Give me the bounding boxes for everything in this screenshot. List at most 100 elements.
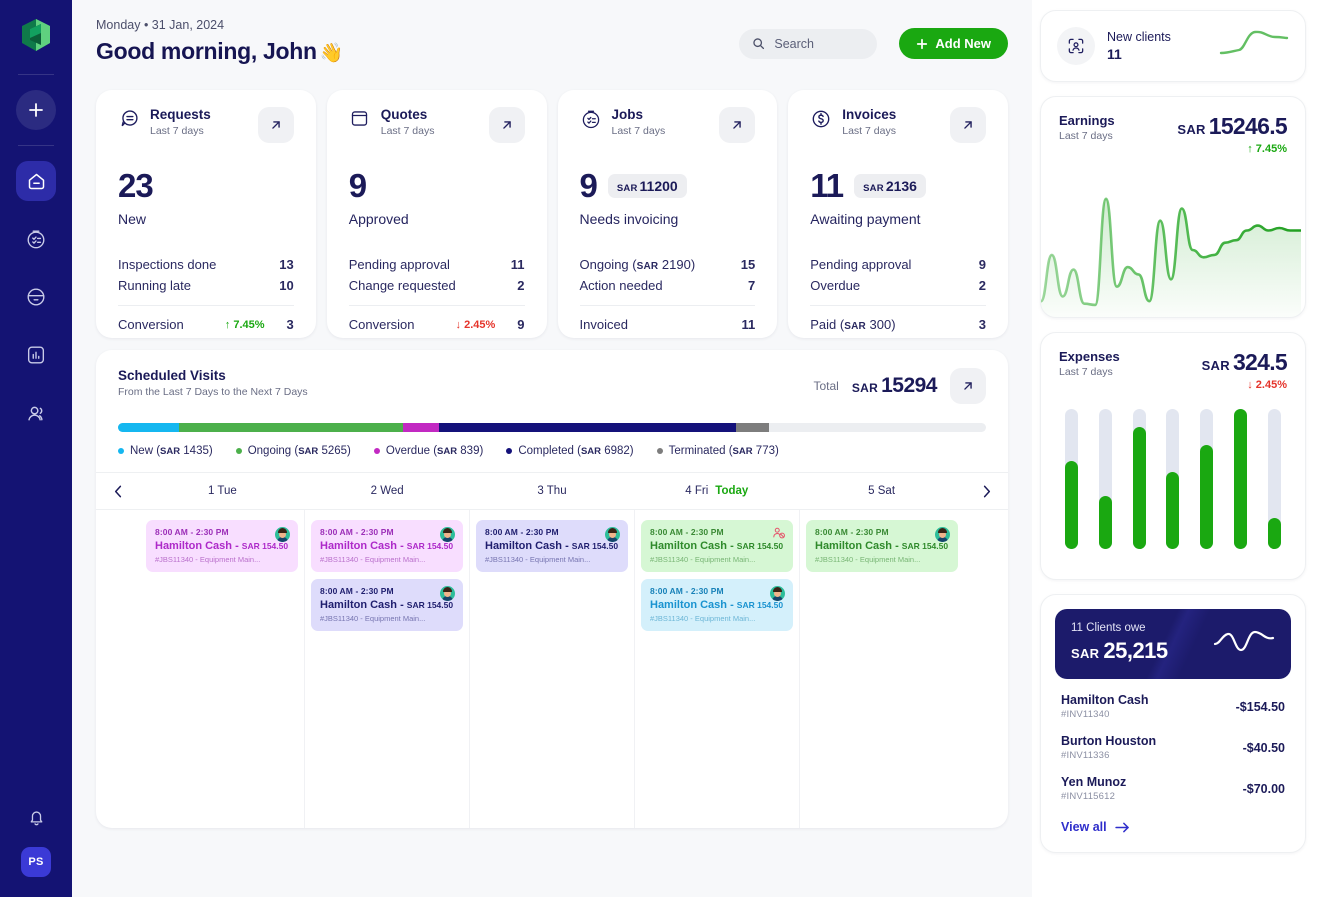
sidebar-item-reports[interactable] <box>16 335 56 375</box>
expenses-bar-chart <box>1041 409 1305 549</box>
cube-logo <box>15 14 57 56</box>
stat-open-button[interactable] <box>488 107 525 143</box>
stat-row-label: Ongoing (SAR 2190) <box>579 257 696 272</box>
stat-footer-delta: ↓ 2.45% <box>455 318 496 331</box>
stat-open-button[interactable] <box>257 107 294 143</box>
bar-segment-overdue <box>403 423 439 432</box>
owe-invoice-number: #INV11340 <box>1061 709 1110 720</box>
calendar-day-header[interactable]: 5 Sat <box>799 485 964 497</box>
sidebar-item-jobs[interactable] <box>16 219 56 259</box>
calendar-event[interactable]: 8:00 AM - 2:30 PM Hamilton Cash - SAR 154… <box>641 579 793 631</box>
stat-footer-right: 11 <box>742 317 756 332</box>
stat-row: Ongoing (SAR 2190) 15 <box>580 254 756 275</box>
event-avatar <box>605 527 620 542</box>
stat-subtitle: Last 7 days <box>611 124 666 137</box>
expense-bar <box>1098 409 1112 549</box>
calendar-event[interactable]: 8:00 AM - 2:30 PM Hamilton Cash - SAR 154… <box>311 520 463 572</box>
calendar-day-header[interactable]: 2 Wed <box>305 485 470 497</box>
clients-owe-row[interactable]: Hamilton Cash #INV11340 -$154.50 <box>1055 679 1291 720</box>
arrow-up-right-icon <box>502 121 511 129</box>
event-time: 8:00 AM - 2:30 PM <box>320 586 394 596</box>
earnings-value: 15246.5 <box>1208 113 1288 139</box>
calendar-column: 8:00 AM - 2:30 PM Hamilton Cash - SAR 154… <box>140 510 305 828</box>
clients-owe-row[interactable]: Yen Munoz #INV115612 -$70.00 <box>1055 761 1291 802</box>
calendar-left-gutter <box>96 510 140 828</box>
stat-footer-value: 11 <box>741 317 756 332</box>
expense-bar <box>1200 409 1214 549</box>
stat-footer-label: Paid (SAR 300) <box>810 317 896 332</box>
owe-row-text: Burton Houston #INV11336 <box>1061 734 1156 761</box>
stat-row-label: Running late <box>118 278 191 293</box>
event-client: Hamilton Cash - SAR 154.50 <box>650 540 784 552</box>
earnings-chart <box>1041 197 1301 317</box>
current-date: Monday • 31 Jan, 2024 <box>96 18 225 32</box>
event-time: 8:00 AM - 2:30 PM <box>650 527 724 537</box>
stat-footer-right: ↑ 7.45% 3 <box>225 317 294 332</box>
stat-label: Awaiting payment <box>810 211 921 227</box>
stat-card-quotes: Quotes Last 7 days 9 Approved Pending approv… <box>326 90 547 338</box>
stat-cards: Requests Last 7 days 23 New Inspections done… <box>96 90 1008 338</box>
search-icon <box>753 38 765 50</box>
notifications-bell-icon[interactable] <box>26 807 47 833</box>
arrow-up-right-icon <box>964 121 972 129</box>
bar-segment-completed <box>438 423 736 432</box>
sidebar-item-clients[interactable] <box>16 393 56 433</box>
expense-bar-fill <box>1065 460 1078 549</box>
calendar-event[interactable]: 8:00 AM - 2:30 PM Hamilton Cash - SAR 154… <box>806 520 958 572</box>
stat-footer-value: 3 <box>286 317 294 332</box>
stat-rows: Ongoing (SAR 2190) 15 Action needed 7 Invoic… <box>579 254 756 335</box>
search-input[interactable]: Search <box>739 28 878 59</box>
stat-title: Requests <box>150 107 211 122</box>
stat-label: Approved <box>348 211 409 227</box>
stat-value: 9 <box>348 167 367 204</box>
page-title: Good morning, John 👋 <box>96 38 343 65</box>
view-all-link[interactable]: View all <box>1055 802 1291 838</box>
top-actions: Search Add New <box>739 18 1008 59</box>
stat-primary: 11 SAR 2136 <box>810 169 986 202</box>
calendar-event[interactable]: 8:00 AM - 2:30 PM Hamilton Cash - SAR 154… <box>146 520 298 572</box>
add-new-button[interactable]: Add New <box>899 28 1008 59</box>
avatar[interactable]: PS <box>21 847 51 877</box>
calendar-day-header[interactable]: 3 Thu <box>470 485 635 497</box>
calendar-event[interactable]: 8:00 AM - 2:30 PM Hamilton Cash - SAR 154… <box>476 520 628 572</box>
new-clients-card[interactable]: New clients 11 <box>1040 10 1306 82</box>
calendar-day-header[interactable]: 1 Tue <box>140 485 305 497</box>
stat-chip: SAR 11200 <box>607 173 687 198</box>
event-amount: SAR 154.50 <box>736 600 784 610</box>
arrow-up-right-icon <box>733 121 742 129</box>
stat-titles: Jobs Last 7 days <box>612 107 666 137</box>
stat-row-value: 11 <box>510 257 525 272</box>
stat-open-button[interactable] <box>719 107 756 143</box>
calendar-event[interactable]: 8:00 AM - 2:30 PM Hamilton Cash - SAR 154… <box>641 520 793 572</box>
calendar-event[interactable]: 8:00 AM - 2:30 PM Hamilton Cash - SAR 154… <box>311 579 463 631</box>
stat-divider <box>810 305 986 306</box>
sidebar-item-quotes[interactable] <box>16 277 56 317</box>
bar-segment-ongoing <box>179 423 404 432</box>
expenses-titles: Expenses Last 7 days <box>1059 349 1120 378</box>
sidebar-item-home[interactable] <box>16 161 56 201</box>
stat-footer-row: Conversion ↓ 2.45% 9 <box>349 314 525 335</box>
clients-owe-row[interactable]: Burton Houston #INV11336 -$40.50 <box>1055 720 1291 761</box>
legend-item-ongoing: Ongoing (SAR 5265) <box>235 445 351 457</box>
search-placeholder: Search <box>774 36 814 51</box>
owe-amount: -$70.00 <box>1242 781 1285 796</box>
calendar-next-button[interactable] <box>964 484 1008 499</box>
legend-label: Terminated (SAR 773) <box>668 445 779 457</box>
calendar-day-header[interactable]: 4 Fri Today <box>634 485 799 497</box>
calendar-prev-button[interactable] <box>96 484 140 499</box>
stat-footer-delta: ↑ 7.45% <box>224 318 265 331</box>
sidebar-item-add[interactable] <box>16 90 56 130</box>
event-reference: #JBS11340 - Equipment Main... <box>485 555 591 564</box>
stat-footer-label: Invoiced <box>579 317 628 332</box>
scheduled-visits-open-button[interactable] <box>950 368 986 404</box>
stat-open-button[interactable] <box>950 107 986 143</box>
stat-header-left: Invoices Last 7 days <box>810 107 896 137</box>
clients-owe-sparkline <box>1213 624 1275 663</box>
stat-divider <box>579 305 756 306</box>
scheduled-visits-total: Total SAR 15294 <box>813 368 986 404</box>
stat-row: Action needed 7 <box>580 275 756 296</box>
stat-titles: Invoices Last 7 days <box>842 107 896 137</box>
stat-row: Inspections done 13 <box>118 254 294 275</box>
scheduled-visits-titles: Scheduled Visits From the Last 7 Days to… <box>118 368 308 398</box>
calendar-day-label: 2 Wed <box>370 485 404 497</box>
